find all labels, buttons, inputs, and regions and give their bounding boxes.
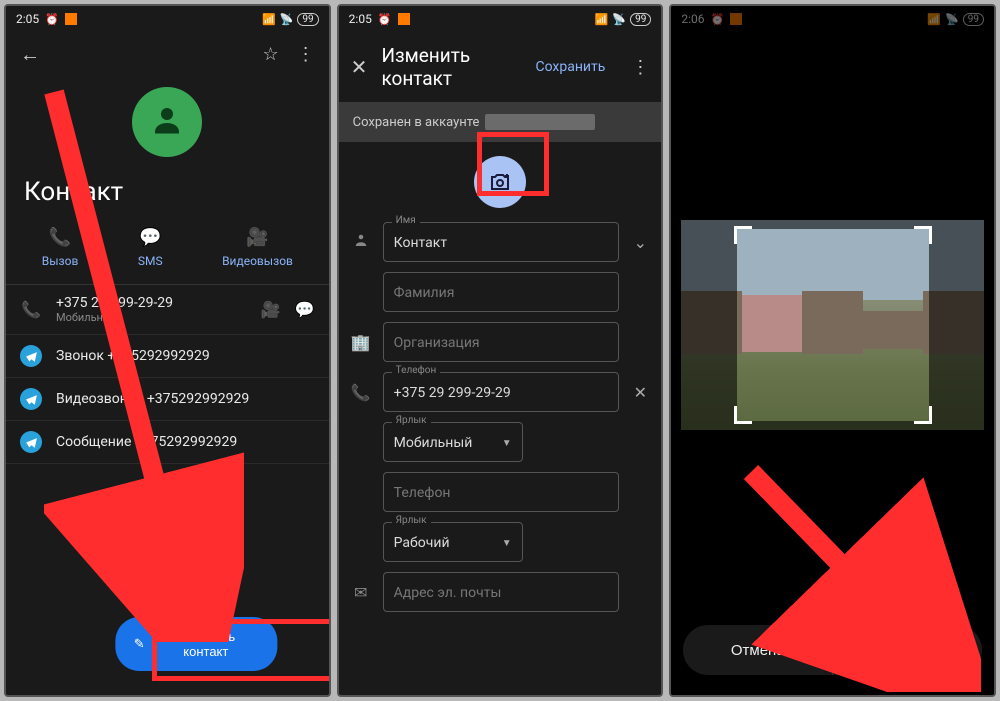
email-icon: ✉ [349, 583, 373, 602]
close-icon[interactable]: ✕ [351, 55, 368, 79]
phone-icon: 📞 [20, 300, 42, 319]
status-bar: 2:05 99 [6, 6, 329, 32]
dropdown-caret-icon: ▼ [502, 438, 512, 449]
wifi-icon [945, 12, 959, 26]
chevron-down-icon[interactable]: ⌄ [629, 233, 651, 252]
contact-name: Контакт [6, 177, 329, 217]
ok-button[interactable]: ОК [833, 625, 982, 675]
star-icon[interactable]: ☆ [263, 44, 279, 65]
back-icon[interactable]: ← [20, 42, 40, 67]
account-bar: Сохранен в аккаунте [339, 102, 662, 142]
crop-frame[interactable] [737, 229, 929, 421]
page-title: Изменить контакт [381, 44, 521, 90]
screen-crop-photo: 2:06 99 Отмена ОК [669, 4, 996, 697]
crop-handle-bl[interactable] [734, 406, 752, 424]
organization-field[interactable]: Организация [383, 322, 620, 362]
crop-handle-tr[interactable] [914, 226, 932, 244]
person-icon [349, 231, 373, 253]
video-call-icon[interactable]: 🎥 [261, 300, 281, 319]
crop-canvas[interactable]: Отмена ОК [671, 32, 994, 695]
clear-icon[interactable]: ✕ [629, 383, 651, 402]
edit-form: Имя Контакт ⌄ Фамилия 🏢 Организация 📞 Те… [339, 222, 662, 622]
menu-icon[interactable]: ⋮ [631, 57, 649, 78]
pencil-icon: ✎ [134, 636, 145, 652]
alarm-icon [710, 12, 724, 26]
screen-contact-view: 2:05 99 ← ☆ ⋮ Контакт 📞 Вызов 💬 [4, 4, 331, 697]
status-bar: 2:06 99 [671, 6, 994, 32]
signal-icon [927, 12, 941, 26]
telegram-icon [20, 345, 42, 367]
phone2-field[interactable]: Телефон [383, 472, 620, 512]
save-button[interactable]: Сохранить [535, 59, 605, 75]
menu-icon[interactable]: ⋮ [297, 44, 315, 65]
sms-action[interactable]: 💬 SMS [138, 227, 163, 268]
dropdown-caret-icon: ▼ [502, 538, 512, 549]
battery-icon: 99 [630, 13, 651, 26]
clock: 2:05 [349, 12, 372, 26]
sms-icon: 💬 [139, 227, 161, 248]
camera-icon [488, 170, 512, 194]
surname-field[interactable]: Фамилия [383, 272, 620, 312]
action-row: 📞 Вызов 💬 SMS 🎥 Видеовызов [6, 217, 329, 285]
signal-icon [262, 12, 276, 26]
crop-handle-br[interactable] [914, 406, 932, 424]
crop-actions: Отмена ОК [683, 625, 982, 675]
building-icon: 🏢 [349, 333, 373, 352]
signal-icon [595, 12, 609, 26]
telegram-call-row[interactable]: Звонок +375292992929 [6, 335, 329, 378]
cancel-button[interactable]: Отмена [683, 625, 833, 675]
telegram-msg-row[interactable]: Сообщение +375292992929 [6, 421, 329, 464]
avatar-container [6, 77, 329, 177]
add-photo-button[interactable] [474, 156, 526, 208]
phone-row[interactable]: 📞 +375 29 299-29-29 Мобильный 🎥 💬 [6, 285, 329, 335]
call-icon: 📞 [49, 227, 71, 248]
telegram-icon [20, 388, 42, 410]
phone-icon: 📞 [349, 383, 373, 402]
video-icon: 🎥 [246, 227, 268, 248]
phone-label-dropdown[interactable]: Ярлык Мобильный ▼ [383, 422, 523, 462]
video-action[interactable]: 🎥 Видеовызов [222, 227, 293, 268]
phone2-label-dropdown[interactable]: Ярлык Рабочий ▼ [383, 522, 523, 562]
screen-edit-contact: 2:05 99 ✕ Изменить контакт Сохранить ⋮ С… [337, 4, 664, 697]
clock: 2:05 [16, 12, 39, 26]
call-action[interactable]: 📞 Вызов [42, 227, 79, 268]
crop-handle-tl[interactable] [734, 226, 752, 244]
battery-icon: 99 [297, 13, 318, 26]
account-email-masked [485, 114, 595, 130]
clock: 2:06 [681, 12, 704, 26]
edit-header: ✕ Изменить контакт Сохранить ⋮ [339, 32, 662, 102]
notification-icon [398, 13, 410, 25]
person-icon [149, 102, 185, 142]
telegram-icon [20, 431, 42, 453]
avatar[interactable] [132, 87, 202, 157]
contact-header: ← ☆ ⋮ [6, 32, 329, 77]
notification-icon [730, 13, 742, 25]
edit-contact-button[interactable]: ✎ Изменить контакт [116, 617, 277, 671]
wifi-icon [280, 12, 294, 26]
email-field[interactable]: Адрес эл. почты [383, 572, 620, 612]
alarm-icon [378, 12, 392, 26]
notification-icon [65, 13, 77, 25]
message-icon[interactable]: 💬 [295, 300, 315, 319]
alarm-icon [45, 12, 59, 26]
battery-icon: 99 [963, 13, 984, 26]
phone-field[interactable]: Телефон +375 29 299-29-29 [383, 372, 620, 412]
name-field[interactable]: Имя Контакт [383, 222, 620, 262]
wifi-icon [612, 12, 626, 26]
status-bar: 2:05 99 [339, 6, 662, 32]
telegram-video-row[interactable]: Видеозвонок +375292992929 [6, 378, 329, 421]
